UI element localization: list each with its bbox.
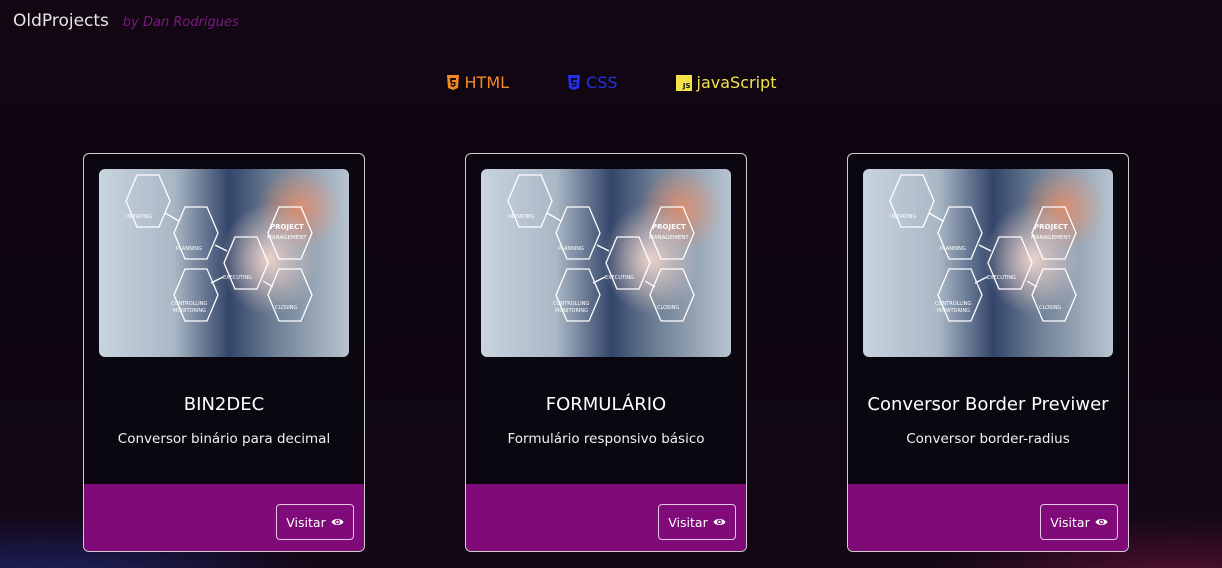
- visit-button[interactable]: Visitar: [658, 504, 736, 540]
- svg-text:INITIATING: INITIATING: [508, 214, 535, 220]
- js-icon: JS: [675, 74, 692, 91]
- svg-text:CONTROLLING: CONTROLLING: [553, 301, 589, 307]
- project-description: Formulário responsivo básico: [507, 431, 705, 447]
- svg-text:MONITORING: MONITORING: [555, 308, 588, 314]
- visit-label: Visitar: [668, 514, 708, 530]
- project-thumbnail: INITIATING PLANNING EXECUTING PROJECT MA…: [481, 169, 731, 357]
- visit-button[interactable]: Visitar: [276, 504, 354, 540]
- tech-html-label: HTML: [464, 73, 510, 92]
- tech-stack: HTML CSS JS javaScript: [0, 73, 1222, 92]
- project-card-border-previewer: INITIATING PLANNING EXECUTING PROJECT MA…: [847, 153, 1129, 552]
- svg-text:PROJECT: PROJECT: [270, 223, 304, 231]
- svg-text:EXECUTING: EXECUTING: [223, 275, 252, 281]
- project-management-diagram-icon: INITIATING PLANNING EXECUTING PROJECT MA…: [125, 174, 313, 322]
- css3-icon: [568, 74, 581, 90]
- project-title: Conversor Border Previwer: [867, 394, 1109, 415]
- svg-text:CONTROLLING: CONTROLLING: [935, 301, 971, 307]
- tech-css-label: CSS: [586, 73, 618, 92]
- svg-text:CLOSING: CLOSING: [275, 305, 297, 311]
- svg-text:INITIATING: INITIATING: [890, 214, 917, 220]
- svg-text:PROJECT: PROJECT: [652, 223, 686, 231]
- eye-icon: [1095, 519, 1108, 525]
- project-card-formulario: INITIATING PLANNING EXECUTING PROJECT MA…: [465, 153, 747, 552]
- svg-text:EXECUTING: EXECUTING: [987, 275, 1016, 281]
- svg-text:EXECUTING: EXECUTING: [605, 275, 634, 281]
- svg-text:CONTROLLING: CONTROLLING: [171, 301, 207, 307]
- svg-text:PROJECT: PROJECT: [1034, 223, 1068, 231]
- eye-icon: [331, 519, 344, 525]
- topbar: OldProjects by Dan Rodrigues: [13, 11, 239, 31]
- html5-icon: [446, 74, 459, 90]
- project-description: Conversor binário para decimal: [117, 431, 331, 447]
- project-title: BIN2DEC: [183, 394, 265, 415]
- eye-icon: [713, 519, 726, 525]
- author-byline: by Dan Rodrigues: [122, 15, 239, 30]
- project-description: Conversor border-radius: [906, 431, 1070, 447]
- svg-text:MANAGEMENT: MANAGEMENT: [1031, 235, 1071, 241]
- svg-text:PLANNING: PLANNING: [558, 246, 584, 252]
- svg-text:PLANNING: PLANNING: [940, 246, 966, 252]
- card-footer: Visitar: [84, 484, 364, 551]
- svg-text:CLOSING: CLOSING: [657, 305, 679, 311]
- brand-title[interactable]: OldProjects: [13, 11, 109, 31]
- project-management-diagram-icon: INITIATING PLANNING EXECUTING PROJECT MA…: [889, 174, 1077, 322]
- svg-text:MONITORING: MONITORING: [173, 308, 206, 314]
- visit-button[interactable]: Visitar: [1040, 504, 1118, 540]
- visit-label: Visitar: [1050, 514, 1090, 530]
- visit-label: Visitar: [286, 514, 326, 530]
- project-management-diagram-icon: INITIATING PLANNING EXECUTING PROJECT MA…: [507, 174, 695, 322]
- project-cards: INITIATING PLANNING EXECUTING PROJECT MA…: [83, 153, 1129, 552]
- svg-text:PLANNING: PLANNING: [176, 246, 202, 252]
- tech-html: HTML: [446, 73, 510, 92]
- tech-javascript-label: javaScript: [696, 73, 777, 92]
- project-title: FORMULÁRIO: [545, 394, 667, 415]
- card-footer: Visitar: [466, 484, 746, 551]
- svg-text:MONITORING: MONITORING: [937, 308, 970, 314]
- svg-text:CLOSING: CLOSING: [1039, 305, 1061, 311]
- card-footer: Visitar: [848, 484, 1128, 551]
- project-card-bin2dec: INITIATING PLANNING EXECUTING PROJECT MA…: [83, 153, 365, 552]
- project-thumbnail: INITIATING PLANNING EXECUTING PROJECT MA…: [99, 169, 349, 357]
- project-thumbnail: INITIATING PLANNING EXECUTING PROJECT MA…: [863, 169, 1113, 357]
- tech-javascript: JS javaScript: [675, 73, 777, 92]
- svg-text:MANAGEMENT: MANAGEMENT: [267, 235, 307, 241]
- svg-text:INITIATING: INITIATING: [126, 214, 153, 220]
- svg-text:MANAGEMENT: MANAGEMENT: [649, 235, 689, 241]
- tech-css: CSS: [567, 73, 618, 92]
